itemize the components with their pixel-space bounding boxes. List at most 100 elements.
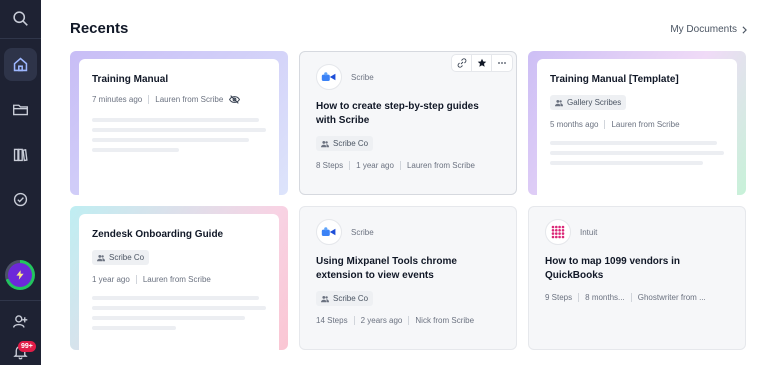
card-actions-toolbar [451, 54, 513, 72]
document-card[interactable]: Training Manual 7 minutes ago Lauren fro… [70, 51, 288, 195]
document-card[interactable]: Scribe How to create step-by-step guides… [299, 51, 517, 195]
meta-separator [408, 315, 410, 325]
link-icon [457, 58, 466, 68]
content-placeholder [92, 148, 179, 152]
document-meta: 5 months ago Lauren from Scribe [550, 119, 724, 129]
meta-separator [630, 293, 632, 302]
document-card[interactable]: Zendesk Onboarding Guide Scribe Co 1 yea… [70, 206, 288, 350]
sidebar-item-documents[interactable] [4, 93, 37, 126]
content-placeholder [92, 128, 266, 132]
sidebar-divider [0, 300, 41, 301]
sidebar-item-home[interactable] [4, 48, 37, 81]
users-icon [97, 254, 105, 261]
my-documents-link[interactable]: My Documents [670, 24, 748, 35]
source-name: Scribe [351, 227, 374, 237]
sidebar: 99+ [0, 0, 41, 365]
content-placeholder [92, 295, 260, 300]
document-card[interactable]: Training Manual [Template] Gallery Scrib… [528, 51, 746, 195]
page-title: Recents [70, 20, 129, 37]
workspace-name: Scribe Co [333, 294, 369, 303]
content-placeholder [550, 150, 724, 155]
document-title: Training Manual [92, 74, 169, 85]
document-source: Scribe [316, 219, 500, 245]
workspace-chip: Gallery Scribes [550, 95, 627, 110]
document-card[interactable]: Scribe Using Mixpanel Tools chrome exten… [299, 206, 517, 350]
source-name: Scribe [351, 72, 374, 82]
search-icon [13, 11, 28, 26]
content-placeholder [92, 325, 176, 330]
document-meta: 8 Steps 1 year ago Lauren from Scribe [316, 160, 500, 170]
library-icon [13, 148, 28, 162]
check-badge-icon [13, 192, 28, 207]
document-author: Lauren from Scribe [406, 160, 475, 170]
workspace-chip: Scribe Co [92, 250, 150, 265]
folder-icon [13, 104, 28, 116]
meta-separator [349, 160, 351, 170]
hidden-eye-icon [229, 95, 241, 104]
document-meta: 14 Steps 2 years ago Nick from Scribe [316, 315, 500, 325]
content-placeholder [92, 315, 246, 320]
scribe-logo-icon [321, 227, 336, 236]
content-placeholder [92, 138, 249, 142]
workspace-chip: Scribe Co [316, 291, 374, 306]
content-placeholder [550, 160, 704, 165]
document-title: Training Manual [Template] [550, 74, 679, 85]
sidebar-item-approvals[interactable] [4, 183, 37, 216]
more-options-button[interactable] [492, 55, 512, 71]
document-author: Nick from Scribe [415, 315, 475, 325]
copy-link-button[interactable] [452, 55, 472, 71]
sidebar-divider [0, 38, 41, 39]
invite-user-button[interactable] [4, 305, 37, 338]
workspace-name: Scribe Co [333, 139, 369, 148]
home-icon [13, 57, 28, 72]
notification-count-badge: 99+ [18, 341, 36, 352]
document-author: Lauren from Scribe [155, 95, 224, 104]
content-placeholder [92, 118, 260, 122]
meta-separator [353, 315, 355, 325]
favorite-button[interactable] [472, 55, 492, 71]
document-meta: 9 Steps 8 months... Ghostwriter from ... [545, 293, 729, 302]
users-icon [555, 99, 563, 106]
document-time: 8 months... [585, 293, 625, 302]
meta-separator [135, 274, 137, 284]
sidebar-item-library[interactable] [4, 138, 37, 171]
document-time: 1 year ago [356, 160, 394, 170]
workspace-name: Scribe Co [109, 253, 145, 262]
users-icon [321, 295, 329, 302]
document-author: Lauren from Scribe [142, 274, 211, 284]
document-title: How to map 1099 vendors in QuickBooks [545, 256, 681, 281]
document-author: Ghostwriter from ... [637, 293, 706, 302]
scribe-logo-icon [321, 72, 336, 81]
meta-separator [578, 293, 580, 302]
content-placeholder [550, 140, 718, 145]
steps-count: 8 Steps [316, 160, 344, 170]
users-icon [321, 140, 329, 147]
workspace-name: Gallery Scribes [567, 98, 622, 107]
my-documents-label: My Documents [670, 24, 737, 35]
document-author: Lauren from Scribe [611, 119, 680, 129]
document-meta: 7 minutes ago Lauren from Scribe [92, 95, 266, 104]
document-meta: 1 year ago Lauren from Scribe [92, 274, 266, 284]
workspace-chip: Scribe Co [316, 136, 374, 151]
scribe-logo [316, 64, 342, 90]
meta-separator [604, 119, 606, 129]
add-user-icon [13, 315, 28, 328]
document-title: Zendesk Onboarding Guide [92, 229, 224, 240]
source-name: Intuit [580, 227, 598, 237]
document-time: 7 minutes ago [92, 95, 143, 104]
document-card[interactable]: Intuit How to map 1099 vendors in QuickB… [528, 206, 746, 350]
content-placeholder [92, 305, 266, 310]
plan-progress-ring[interactable] [5, 260, 35, 290]
intuit-logo [545, 219, 571, 245]
meta-separator [399, 160, 401, 170]
document-title: Using Mixpanel Tools chrome extension to… [316, 256, 457, 281]
lightning-icon [16, 270, 24, 280]
chevron-right-icon [742, 25, 747, 34]
document-time: 2 years ago [360, 315, 403, 325]
steps-count: 14 Steps [316, 315, 348, 325]
search-button[interactable] [4, 2, 37, 35]
intuit-logo-icon [551, 225, 565, 239]
more-horizontal-icon [498, 62, 506, 64]
document-time: 1 year ago [92, 274, 130, 284]
star-icon [477, 58, 486, 67]
